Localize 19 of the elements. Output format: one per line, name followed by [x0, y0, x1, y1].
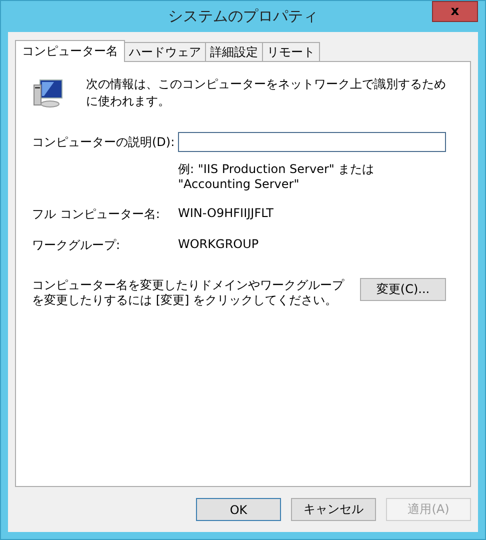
field-label: コンピューターの説明(D): [32, 134, 176, 150]
info-text: 次の情報は、このコンピューターをネットワーク上で識別するために使われます。 [86, 76, 446, 110]
field-label: ワークグループ: [32, 237, 122, 254]
example-text: 例: "IIS Production Server" または "Accounting Server" [178, 162, 376, 192]
window-title: システムのプロパティ [168, 7, 318, 26]
change-button[interactable]: 変更(C)... [360, 278, 446, 301]
tab[interactable]: コンピューター名 [15, 40, 125, 62]
description-field[interactable] [178, 132, 446, 152]
close-button[interactable]: x [432, 1, 478, 22]
field-label: フル コンピューター名: [32, 206, 161, 223]
dialog-button[interactable]: キャンセル [291, 498, 376, 521]
tab[interactable]: ハードウェア [124, 42, 206, 61]
computer-icon [32, 77, 64, 109]
instruction-text: コンピューター名を変更したりドメインやワークグループを変更したりするには [変更] をクリックしてください。 [32, 278, 346, 308]
field-value: WIN-O9HFIIJJFLT [178, 206, 274, 220]
tab[interactable]: 詳細設定 [205, 42, 263, 61]
tab[interactable]: リモート [262, 42, 320, 61]
field-value: WORKGROUP [178, 237, 260, 251]
dialog-button[interactable]: OK [196, 498, 281, 521]
